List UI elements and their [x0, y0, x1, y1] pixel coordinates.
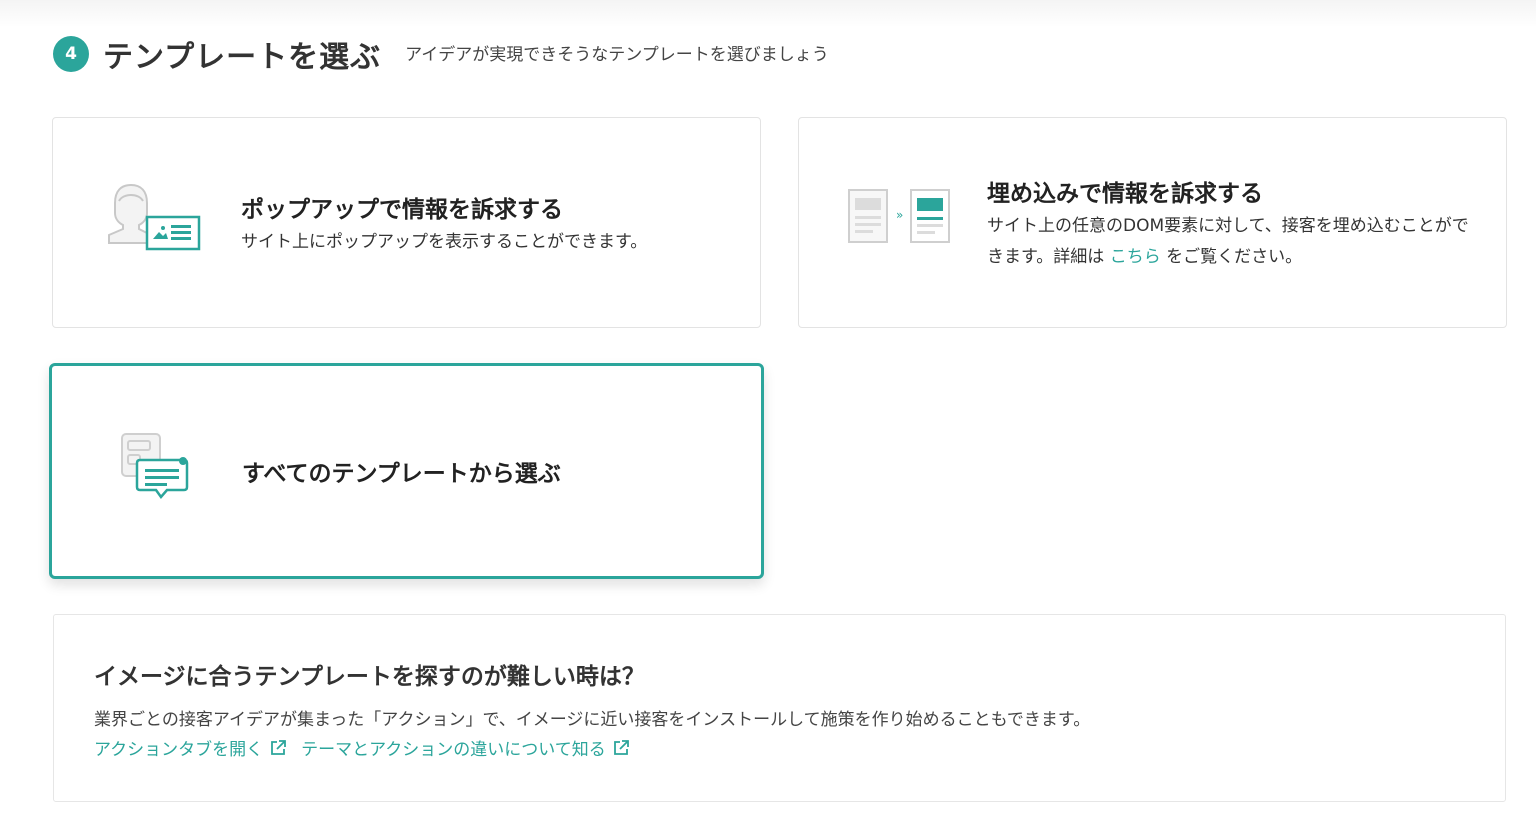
card-description-text-after: をご覧ください。 — [1166, 247, 1303, 267]
external-link-icon — [271, 739, 287, 755]
details-link[interactable]: こちら — [1110, 247, 1161, 267]
step-title: テンプレートを選ぶ — [103, 40, 382, 75]
template-card-popup[interactable]: ポップアップで情報を訴求する サイト上にポップアップを表示することができます。 — [52, 117, 761, 328]
card-title: すべてのテンプレートから選ぶ — [242, 461, 561, 487]
help-description: 業界ごとの接客アイデアが集まった「アクション」で、イメージに近い接客をインストー… — [94, 710, 1091, 730]
svg-text:»: » — [896, 208, 903, 222]
card-description: サイト上の任意のDOM要素に対して、接客を埋め込むことができます。詳細は こちら… — [987, 211, 1477, 273]
template-card-all[interactable]: すべてのテンプレートから選ぶ — [49, 363, 764, 579]
template-card-embed[interactable]: » 埋め込みで情報を訴求する サイト上の任意のDOM要素に対して、接客を埋め込む… — [798, 117, 1507, 328]
template-chat-icon — [121, 433, 189, 500]
card-title: ポップアップで情報を訴求する — [241, 197, 563, 223]
card-title: 埋め込みで情報を訴求する — [987, 181, 1263, 207]
step-subtitle: アイデアが実現できそうなテンプレートを選びましょう — [405, 44, 829, 65]
link-label: アクションタブを開く — [94, 740, 264, 760]
step-number-badge: 4 — [53, 36, 89, 72]
help-title: イメージに合うテンプレートを探すのが難しい時は？ — [94, 664, 645, 690]
help-box: イメージに合うテンプレートを探すのが難しい時は？ 業界ごとの接客アイデアが集まっ… — [53, 614, 1506, 802]
external-link-icon — [613, 739, 629, 755]
step-header: 4 テンプレートを選ぶ アイデアが実現できそうなテンプレートを選びましょう — [53, 34, 829, 75]
help-links: アクションタブを開く テーマとアクションの違いについて知る — [94, 735, 644, 760]
top-shadow — [0, 0, 1536, 28]
open-action-tab-link[interactable]: アクションタブを開く — [94, 735, 287, 760]
embed-pages-icon: » — [848, 189, 950, 243]
popup-person-icon — [108, 183, 201, 251]
theme-action-difference-link[interactable]: テーマとアクションの違いについて知る — [301, 735, 630, 760]
card-description: サイト上にポップアップを表示することができます。 — [241, 232, 648, 252]
link-label: テーマとアクションの違いについて知る — [301, 740, 606, 760]
